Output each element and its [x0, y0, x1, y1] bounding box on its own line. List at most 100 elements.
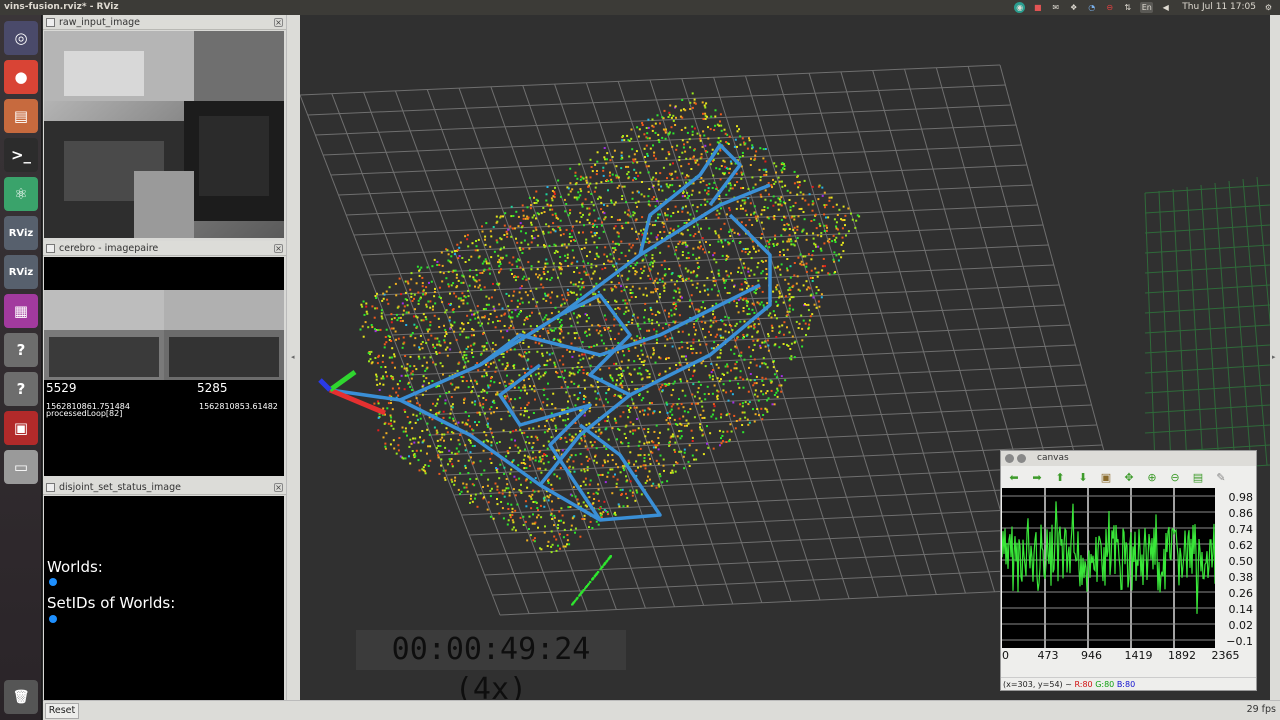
- canvas-window[interactable]: canvas ⬅ ➡ ⬆ ⬇ ▣ ✥ ⊕ ⊖ ▤ ✎ 0.98 0.86 0.74 0…: [1000, 450, 1257, 691]
- cerebro-image-view: 5529 5285 1562810861.751484 1562810853.6…: [44, 257, 284, 476]
- close-icon[interactable]: ×: [274, 244, 283, 253]
- settings-gear-icon[interactable]: ⚙: [1263, 2, 1274, 13]
- launcher: ◎ ● ▤ >_ ⚛ RViz RViz ▦?? ▣ ▭ 🗑: [0, 15, 42, 720]
- disjoint-image-view: Worlds: SetIDs of Worlds:: [44, 496, 284, 700]
- blue-value: B:80: [1116, 680, 1136, 689]
- chat-icon[interactable]: ◔: [1086, 2, 1097, 13]
- worlds-marker: [49, 578, 57, 586]
- secondary-grid: [1144, 176, 1270, 474]
- y-tick-label: 0.86: [1228, 507, 1254, 520]
- ubuntu-dash-icon[interactable]: ◎: [4, 21, 38, 55]
- system-tray: ◉ ■ ✉ ❖ ◔ ⊖ ⇅ En ◀ Thu Jul 11 17:05 ⚙: [1014, 0, 1274, 15]
- x-tick-label: 946: [1081, 649, 1102, 662]
- save-icon[interactable]: ▤: [1191, 470, 1205, 484]
- x-axis-labels: 0 473 946 1419 1892 2365: [1001, 649, 1258, 663]
- chrome-icon[interactable]: ●: [4, 60, 38, 94]
- cerebro-panel-header[interactable]: cerebro - imagepaire ×: [43, 241, 286, 256]
- right-timestamp: 1562810853.61482: [199, 402, 278, 411]
- canvas-toolbar: ⬅ ➡ ⬆ ⬇ ▣ ✥ ⊕ ⊖ ▤ ✎: [1001, 466, 1256, 488]
- setids-marker: [49, 615, 57, 623]
- y-tick-label: 0.38: [1228, 571, 1254, 584]
- y-tick-label: 0.98: [1228, 491, 1254, 504]
- arrow-down-icon[interactable]: ⬇: [1076, 470, 1090, 484]
- y-tick-label: 0.50: [1228, 555, 1254, 568]
- green-value: G:80: [1095, 680, 1115, 689]
- volume-icon[interactable]: ◀: [1160, 2, 1171, 13]
- close-icon[interactable]: ×: [274, 18, 283, 27]
- dock-splitter[interactable]: ◂: [286, 15, 300, 700]
- panel-title: raw_input_image: [59, 17, 141, 28]
- minimize-window-icon[interactable]: [1017, 454, 1026, 463]
- app-icon[interactable]: ▣: [4, 411, 38, 445]
- close-icon[interactable]: ×: [274, 483, 283, 492]
- plot-area[interactable]: [1001, 488, 1216, 648]
- bottom-status-bar: Reset 29 fps: [43, 700, 1280, 720]
- top-menu-bar: vins-fusion.rviz* - RViz ◉ ■ ✉ ❖ ◔ ⊖ ⇅ E…: [0, 0, 1280, 15]
- reset-button[interactable]: Reset: [45, 703, 79, 719]
- worlds-label: Worlds:: [47, 558, 103, 576]
- right-splitter[interactable]: ▸: [1270, 15, 1280, 700]
- close-window-icon[interactable]: [1005, 454, 1014, 463]
- network-indicator-icon[interactable]: ◉: [1014, 2, 1026, 13]
- signal-plot[interactable]: [1001, 488, 1216, 648]
- dropbox-icon[interactable]: ❖: [1068, 2, 1079, 13]
- messaging-icon[interactable]: ✉: [1050, 2, 1061, 13]
- camera-icon[interactable]: ■: [1032, 2, 1043, 13]
- trash-icon[interactable]: 🗑: [4, 680, 38, 714]
- arrow-left-icon[interactable]: ⬅: [1007, 470, 1021, 484]
- y-axis-marker: [328, 369, 357, 393]
- fit-view-icon[interactable]: ▣: [1099, 470, 1113, 484]
- y-tick-label: 0.26: [1228, 587, 1254, 600]
- drive-icon[interactable]: ▭: [4, 450, 38, 484]
- processed-loop-label: processedLoop[82]: [46, 409, 123, 418]
- y-tick-label: 0.02: [1228, 619, 1254, 632]
- panel-icon: [46, 18, 55, 27]
- raw-image-view: [44, 31, 284, 238]
- panel-icon: [46, 483, 55, 492]
- disjoint-panel-header[interactable]: disjoint_set_status_image ×: [43, 480, 286, 495]
- pan-icon[interactable]: ✥: [1122, 470, 1136, 484]
- collapse-right-icon[interactable]: ▸: [1272, 353, 1276, 361]
- canvas-title: canvas: [1037, 453, 1069, 463]
- left-frame-id: 5529: [46, 381, 77, 395]
- settings-icon[interactable]: ✎: [1214, 470, 1228, 484]
- x-tick-label: 1419: [1124, 649, 1153, 662]
- rviz-icon[interactable]: RViz: [4, 216, 38, 250]
- y-tick-label: 0.74: [1228, 523, 1254, 536]
- signal-line: [1001, 501, 1216, 614]
- unknown-app-icon[interactable]: ?: [4, 333, 38, 367]
- workspace-icon[interactable]: ▦: [4, 294, 38, 328]
- zoom-in-icon[interactable]: ⊕: [1145, 470, 1159, 484]
- transfer-icon[interactable]: ⇅: [1122, 2, 1133, 13]
- terminal-icon[interactable]: >_: [4, 138, 38, 172]
- setids-label: SetIDs of Worlds:: [47, 594, 176, 612]
- y-axis-labels: 0.98 0.86 0.74 0.62 0.50 0.38 0.26 0.14 0.02 −0.1: [1217, 488, 1257, 648]
- clock[interactable]: Thu Jul 11 17:05: [1182, 0, 1256, 15]
- arrow-right-icon[interactable]: ➡: [1030, 470, 1044, 484]
- window-title: vins-fusion.rviz* - RViz: [4, 2, 119, 12]
- rviz-icon[interactable]: RViz: [4, 255, 38, 289]
- files-icon[interactable]: ▤: [4, 99, 38, 133]
- panel-title: disjoint_set_status_image: [59, 482, 182, 493]
- x-tick-label: 473: [1037, 649, 1059, 662]
- collapse-left-icon[interactable]: ◂: [291, 353, 295, 361]
- raw-image-panel-header[interactable]: raw_input_image ×: [43, 15, 286, 30]
- y-tick-label: 0.14: [1228, 603, 1254, 616]
- panel-title: cerebro - imagepaire: [59, 243, 159, 254]
- unknown-app-icon[interactable]: ?: [4, 372, 38, 406]
- atom-icon[interactable]: ⚛: [4, 177, 38, 211]
- arrow-up-icon[interactable]: ⬆: [1053, 470, 1067, 484]
- y-tick-label: −0.1: [1226, 635, 1253, 648]
- keyboard-layout[interactable]: En: [1140, 2, 1154, 13]
- blocked-icon[interactable]: ⊖: [1104, 2, 1115, 13]
- zoom-out-icon[interactable]: ⊖: [1168, 470, 1182, 484]
- camera-image: [44, 31, 284, 238]
- x-tick-label: 0: [1002, 649, 1009, 662]
- x-tick-label: 1892: [1168, 649, 1196, 662]
- y-tick-label: 0.62: [1228, 539, 1254, 552]
- image-pair: [44, 257, 284, 476]
- canvas-titlebar[interactable]: canvas: [1001, 451, 1256, 466]
- x-tick-label: 2365: [1211, 649, 1240, 662]
- canvas-status-bar: (x=303, y=54) ~ R:80 G:80 B:80: [1001, 677, 1256, 690]
- playback-timestamp: 00:00:49:24 (4x): [356, 630, 626, 707]
